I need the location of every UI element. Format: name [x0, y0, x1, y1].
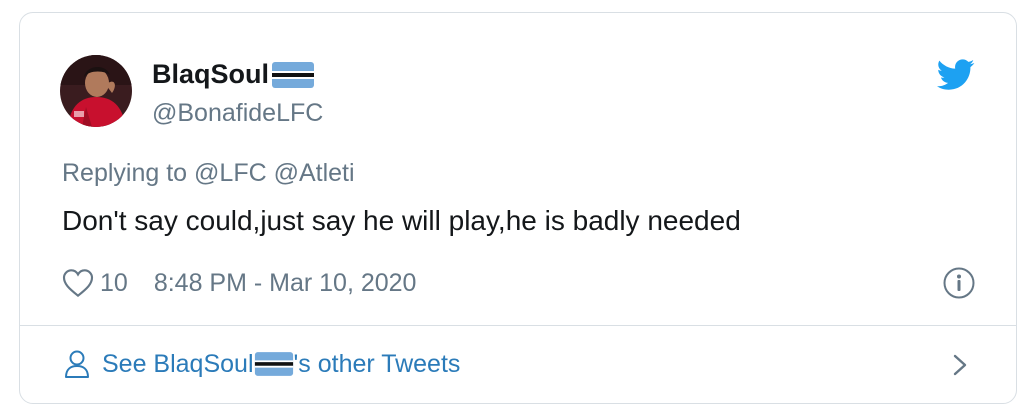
- user-handle[interactable]: @BonafideLFC: [152, 99, 323, 128]
- mention-lfc[interactable]: @LFC: [194, 159, 267, 187]
- replying-to-label: Replying to: [62, 159, 188, 187]
- tweet-embed-card: BlaqSoul @BonafideLFC Replying to @LFC @…: [19, 12, 1017, 404]
- botswana-flag-icon: [272, 61, 315, 88]
- user-name-text: BlaqSoul: [152, 59, 270, 89]
- tweet-meta: 10 8:48 PM - Mar 10, 2020: [62, 267, 416, 299]
- info-icon[interactable]: [942, 266, 976, 300]
- divider: [20, 325, 1016, 326]
- see-other-tweets-prefix: See BlaqSoul: [102, 349, 254, 378]
- heart-icon: [62, 269, 94, 298]
- twitter-bird-icon[interactable]: [937, 59, 975, 91]
- replying-to-line: Replying to @LFC @Atleti: [62, 159, 355, 188]
- mention-atleti[interactable]: @Atleti: [274, 159, 355, 187]
- botswana-flag-icon: [254, 352, 293, 376]
- avatar[interactable]: [60, 55, 132, 127]
- like-button[interactable]: 10: [62, 268, 128, 298]
- see-other-tweets-suffix: 's other Tweets: [293, 349, 461, 378]
- user-display-name[interactable]: BlaqSoul: [152, 59, 315, 90]
- like-count: 10: [100, 268, 128, 297]
- tweet-timestamp[interactable]: 8:48 PM - Mar 10, 2020: [154, 269, 417, 298]
- chevron-right-icon[interactable]: [950, 351, 970, 379]
- see-other-tweets-link[interactable]: See BlaqSoul 's other Tweets: [64, 347, 460, 381]
- tweet-text: Don't say could,just say he will play,he…: [62, 205, 741, 236]
- person-icon: [65, 350, 89, 378]
